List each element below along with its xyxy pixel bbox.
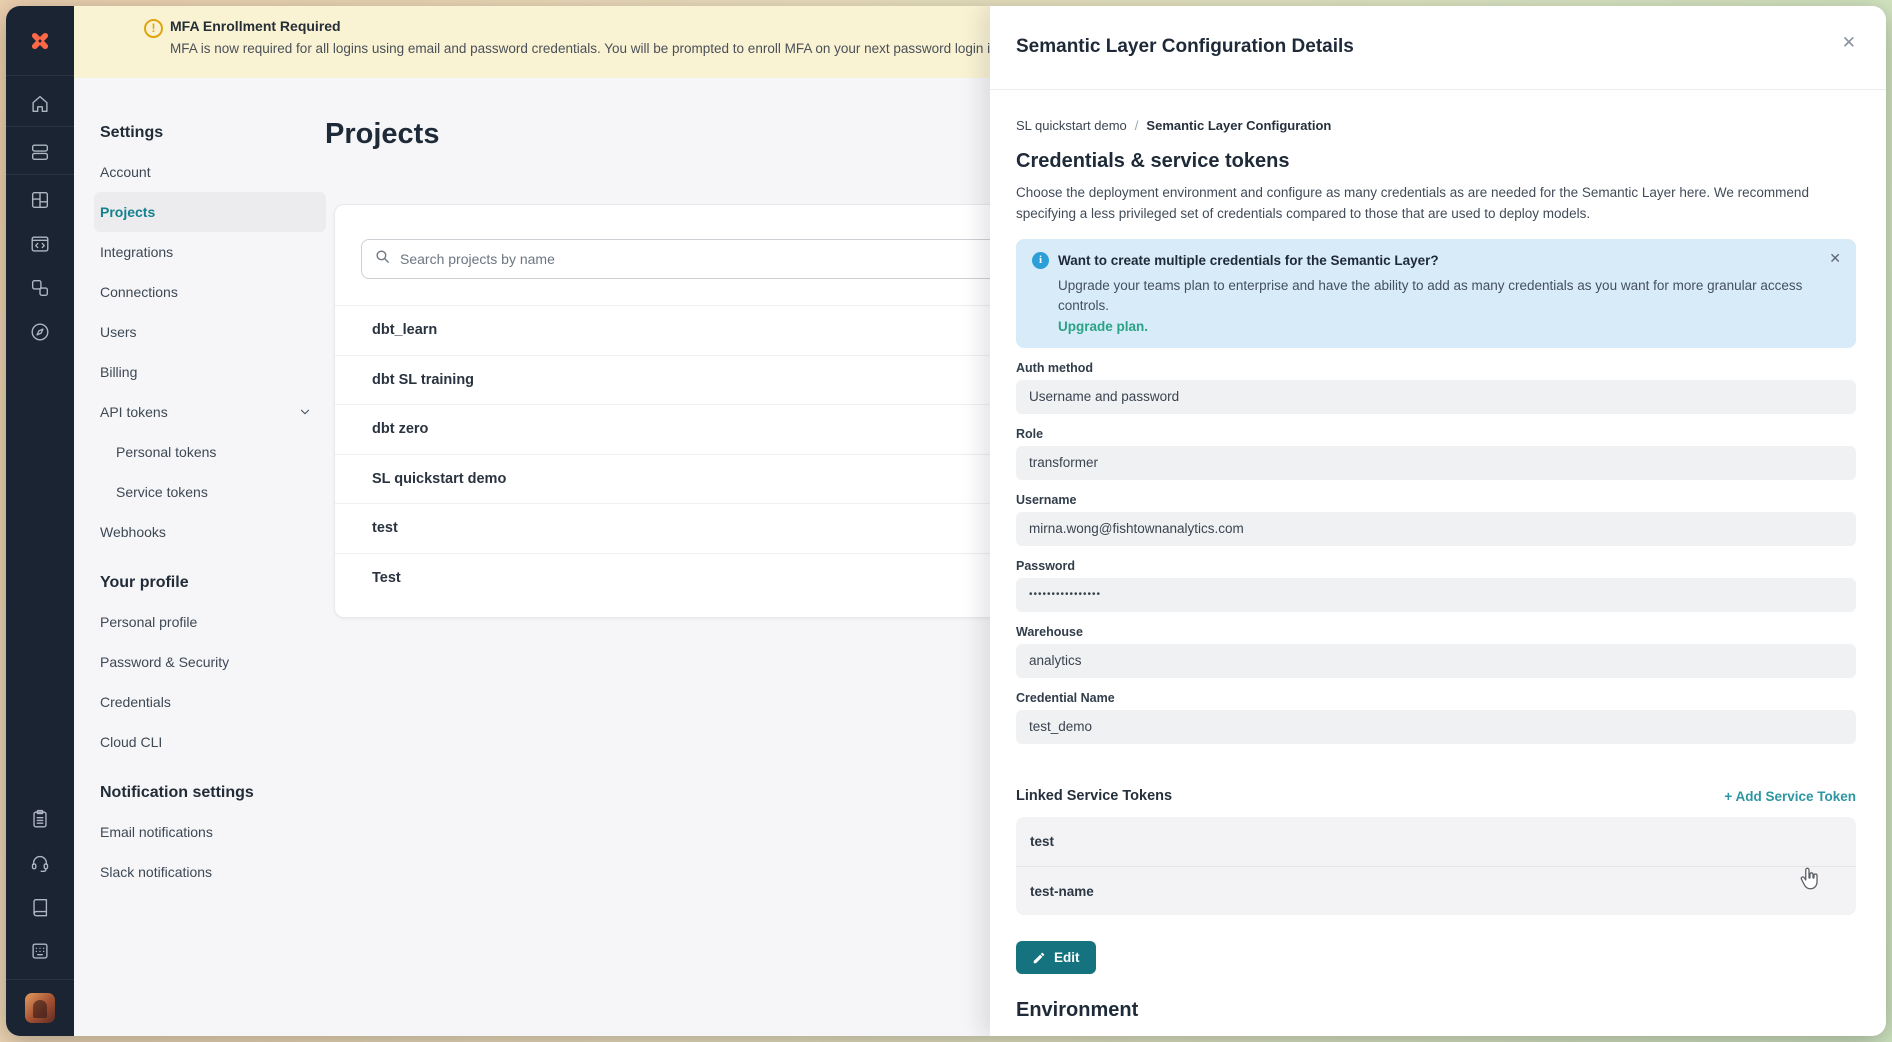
rail-divider: [6, 174, 74, 175]
sidebar-item-slack-notifications[interactable]: Slack notifications: [94, 852, 326, 892]
token-row: test: [1016, 817, 1856, 866]
panel-header: Semantic Layer Configuration Details ✕: [990, 6, 1886, 90]
upgrade-plan-link[interactable]: Upgrade plan.: [1058, 319, 1840, 334]
info-box-body: Upgrade your teams plan to enterprise an…: [1058, 276, 1840, 317]
profile-nav-title: Your profile: [94, 574, 326, 592]
settings-nav: Settings Account Projects Integrations C…: [94, 124, 326, 892]
sidebar-item-api-tokens[interactable]: API tokens: [94, 392, 326, 432]
support-headset-icon[interactable]: [6, 841, 74, 885]
panel-title: Semantic Layer Configuration Details: [1016, 36, 1858, 58]
user-avatar[interactable]: [6, 980, 74, 1036]
docs-icon[interactable]: [6, 885, 74, 929]
info-close-icon[interactable]: ✕: [1829, 250, 1841, 267]
breadcrumb-parent[interactable]: SL quickstart demo: [1016, 118, 1127, 133]
password-label: Password: [1016, 559, 1856, 573]
develop-ide-icon[interactable]: [6, 222, 74, 266]
environment-description: Select the deployment environment to run…: [1016, 1034, 1856, 1036]
sidebar-item-personal-profile[interactable]: Personal profile: [94, 602, 326, 642]
panel-body: SL quickstart demo / Semantic Layer Conf…: [990, 90, 1886, 1036]
breadcrumb-current: Semantic Layer Configuration: [1146, 118, 1331, 133]
config-details-panel: Semantic Layer Configuration Details ✕ S…: [990, 6, 1886, 1036]
warehouse-field: analytics: [1016, 644, 1856, 678]
sidebar-item-projects[interactable]: Projects: [94, 192, 326, 232]
warning-icon: !: [144, 19, 163, 38]
add-service-token-button[interactable]: + Add Service Token: [1724, 789, 1856, 804]
page-title: Projects: [325, 118, 439, 151]
section-title: Credentials & service tokens: [1016, 150, 1856, 173]
dashboard-icon[interactable]: [6, 178, 74, 222]
explore-compass-icon[interactable]: [6, 310, 74, 354]
rail-divider: [6, 126, 74, 127]
sidebar-item-personal-tokens[interactable]: Personal tokens: [94, 432, 326, 472]
app-window: ! MFA Enrollment Required MFA is now req…: [6, 6, 1886, 1036]
edit-button[interactable]: Edit: [1016, 941, 1096, 974]
avatar-image: [25, 993, 55, 1023]
settings-nav-title: Settings: [94, 124, 326, 142]
search-icon: [374, 248, 391, 270]
sidebar-item-connections[interactable]: Connections: [94, 272, 326, 312]
pencil-icon: [1032, 951, 1046, 965]
role-field: transformer: [1016, 446, 1856, 480]
deploy-icon[interactable]: [6, 130, 74, 174]
edit-button-label: Edit: [1054, 950, 1080, 965]
close-icon[interactable]: ✕: [1842, 34, 1856, 51]
breadcrumb: SL quickstart demo / Semantic Layer Conf…: [1016, 118, 1856, 133]
sidebar-item-billing[interactable]: Billing: [94, 352, 326, 392]
info-box-title: Want to create multiple credentials for …: [1058, 253, 1439, 268]
projects-branch-icon[interactable]: [6, 266, 74, 310]
username-label: Username: [1016, 493, 1856, 507]
home-icon[interactable]: [6, 82, 74, 126]
sidebar-item-password-security[interactable]: Password & Security: [94, 642, 326, 682]
dbt-logo[interactable]: [6, 6, 74, 76]
role-label: Role: [1016, 427, 1856, 441]
linked-tokens-list: test test-name: [1016, 817, 1856, 915]
api-tokens-label: API tokens: [100, 404, 168, 420]
upgrade-info-box: i Want to create multiple credentials fo…: [1016, 239, 1856, 349]
environment-title: Environment: [1016, 999, 1856, 1022]
credential-name-field: test_demo: [1016, 710, 1856, 744]
auth-method-label: Auth method: [1016, 361, 1856, 375]
notifications-nav-title: Notification settings: [94, 784, 326, 802]
section-description: Choose the deployment environment and co…: [1016, 183, 1856, 225]
password-field: ••••••••••••••••: [1016, 578, 1856, 612]
sidebar-item-credentials[interactable]: Credentials: [94, 682, 326, 722]
linked-tokens-title: Linked Service Tokens: [1016, 788, 1172, 804]
tasks-clipboard-icon[interactable]: [6, 797, 74, 841]
warehouse-label: Warehouse: [1016, 625, 1856, 639]
auth-method-field: Username and password: [1016, 380, 1856, 414]
token-row: test-name: [1016, 866, 1856, 915]
changelog-icon[interactable]: [6, 929, 74, 973]
sidebar-item-integrations[interactable]: Integrations: [94, 232, 326, 272]
info-icon: i: [1032, 252, 1049, 269]
sidebar-item-service-tokens[interactable]: Service tokens: [94, 472, 326, 512]
chevron-down-icon: [298, 405, 312, 422]
sidebar-item-users[interactable]: Users: [94, 312, 326, 352]
sidebar-item-cloud-cli[interactable]: Cloud CLI: [94, 722, 326, 762]
credential-name-label: Credential Name: [1016, 691, 1856, 705]
icon-rail: [6, 6, 74, 1036]
username-field: mirna.wong@fishtownanalytics.com: [1016, 512, 1856, 546]
sidebar-item-email-notifications[interactable]: Email notifications: [94, 812, 326, 852]
sidebar-item-account[interactable]: Account: [94, 152, 326, 192]
breadcrumb-separator: /: [1135, 118, 1139, 133]
sidebar-item-webhooks[interactable]: Webhooks: [94, 512, 326, 552]
